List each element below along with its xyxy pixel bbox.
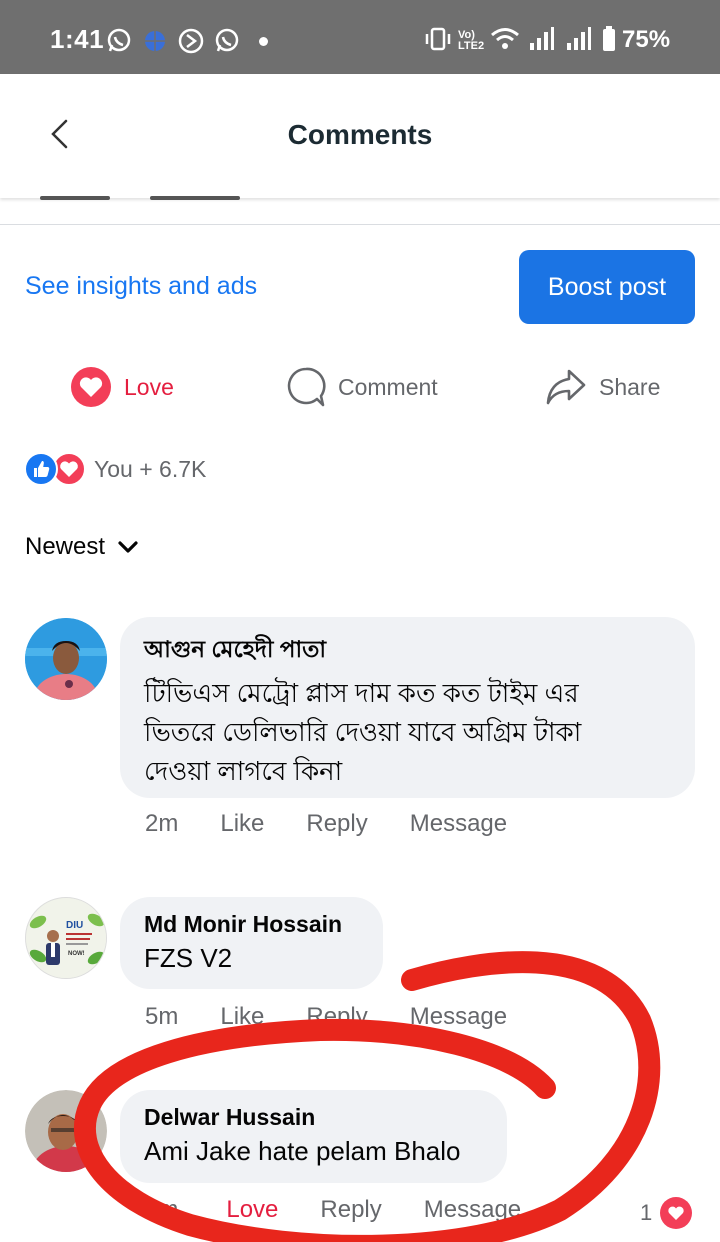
comment-action-button[interactable]: Comment: [286, 365, 438, 409]
see-insights-link[interactable]: See insights and ads: [25, 272, 257, 301]
status-time: 1:41: [50, 24, 105, 54]
love-reaction-icon: [71, 367, 111, 407]
sort-dropdown[interactable]: Newest: [25, 533, 139, 561]
vpn-icon: [145, 31, 165, 51]
comment-text-line: ভিতরে ডেলিভারি দেওয়া যাবে অগ্রিম টাকা: [144, 717, 582, 747]
whatsapp-icon: [107, 28, 131, 52]
comment-bubble[interactable]: আগুন মেহেদী পাতা টিভিএস মেট্রো প্লাস দাম…: [120, 617, 695, 798]
comment-time: 9m: [145, 1196, 179, 1223]
comment-label: Comment: [338, 373, 438, 400]
signal-icon: [530, 27, 554, 50]
reactions-summary[interactable]: You + 6.7K: [24, 452, 206, 486]
notification-dot: [259, 37, 268, 46]
network-label: Vo) LTE2: [458, 29, 485, 52]
comment-author[interactable]: আগুন মেহেদী পাতা: [144, 631, 671, 670]
love-button[interactable]: Love: [226, 1196, 278, 1224]
avatar[interactable]: [25, 618, 107, 700]
comment-meta: 5m Like Reply Message: [145, 1003, 549, 1031]
comment-text: FZS V2: [144, 943, 233, 973]
comment-reaction-count[interactable]: 1: [640, 1197, 693, 1229]
love-reaction-icon: [660, 1197, 693, 1229]
avatar[interactable]: [25, 1090, 107, 1172]
reply-button[interactable]: Reply: [320, 1196, 381, 1224]
comment-text-line: দেওয়া লাগবে কিনা: [144, 756, 343, 786]
share-action-button[interactable]: Share: [545, 365, 660, 409]
post-text-cutoff: [0, 196, 720, 225]
reaction-count-value: 1: [640, 1200, 653, 1225]
share-label: Share: [599, 373, 661, 400]
love-label: Love: [124, 373, 174, 400]
avatar[interactable]: DIU NOW!: [25, 897, 107, 979]
comment-author[interactable]: Delwar Hussain: [144, 1104, 483, 1131]
message-button[interactable]: Message: [410, 810, 507, 838]
share-icon: [546, 369, 586, 405]
battery-percentage: 75%: [622, 26, 671, 53]
battery-icon: [603, 26, 615, 51]
boost-post-button[interactable]: Boost post: [519, 250, 695, 324]
comment-time: 2m: [145, 810, 179, 837]
status-bar: 1:41 Vo) LTE2 75%: [0, 0, 720, 74]
comment-icon: [287, 367, 326, 407]
like-reaction-icon: [24, 452, 58, 486]
page-title: Comments: [287, 119, 433, 150]
reaction-count: You + 6.7K: [94, 455, 207, 482]
comment-meta: 9m Love Reply Message: [145, 1196, 563, 1224]
avatar-logo-text: DIU: [66, 920, 83, 931]
wifi-icon: [491, 28, 519, 49]
comment-bubble[interactable]: Md Monir Hossain FZS V2: [120, 897, 383, 989]
chevron-down-icon: [118, 541, 138, 553]
vibrate-icon: [425, 27, 451, 51]
comment-bubble[interactable]: Delwar Hussain Ami Jake hate pelam Bhalo: [120, 1090, 507, 1183]
comment-author[interactable]: Md Monir Hossain: [144, 911, 359, 938]
reply-button[interactable]: Reply: [306, 1003, 367, 1031]
comment-meta: 2m Like Reply Message: [145, 810, 549, 838]
comment-text-line: টিভিএস মেট্রো প্লাস দাম কত কত টাইম এর: [144, 678, 579, 708]
comments-header: Comments: [0, 74, 720, 198]
message-button[interactable]: Message: [410, 1003, 507, 1031]
like-button[interactable]: Like: [220, 1003, 264, 1031]
love-action-button[interactable]: Love: [70, 365, 174, 409]
reply-button[interactable]: Reply: [306, 810, 367, 838]
whatsapp-icon: [215, 28, 239, 52]
comment-text: Ami Jake hate pelam Bhalo: [144, 1136, 461, 1166]
avatar-logo-text: NOW!: [68, 951, 85, 957]
play-icon: [178, 28, 204, 54]
message-button[interactable]: Message: [424, 1196, 521, 1224]
signal-icon: [567, 27, 591, 50]
comment-time: 5m: [145, 1003, 179, 1030]
like-button[interactable]: Like: [220, 810, 264, 838]
sort-label: Newest: [25, 533, 106, 560]
